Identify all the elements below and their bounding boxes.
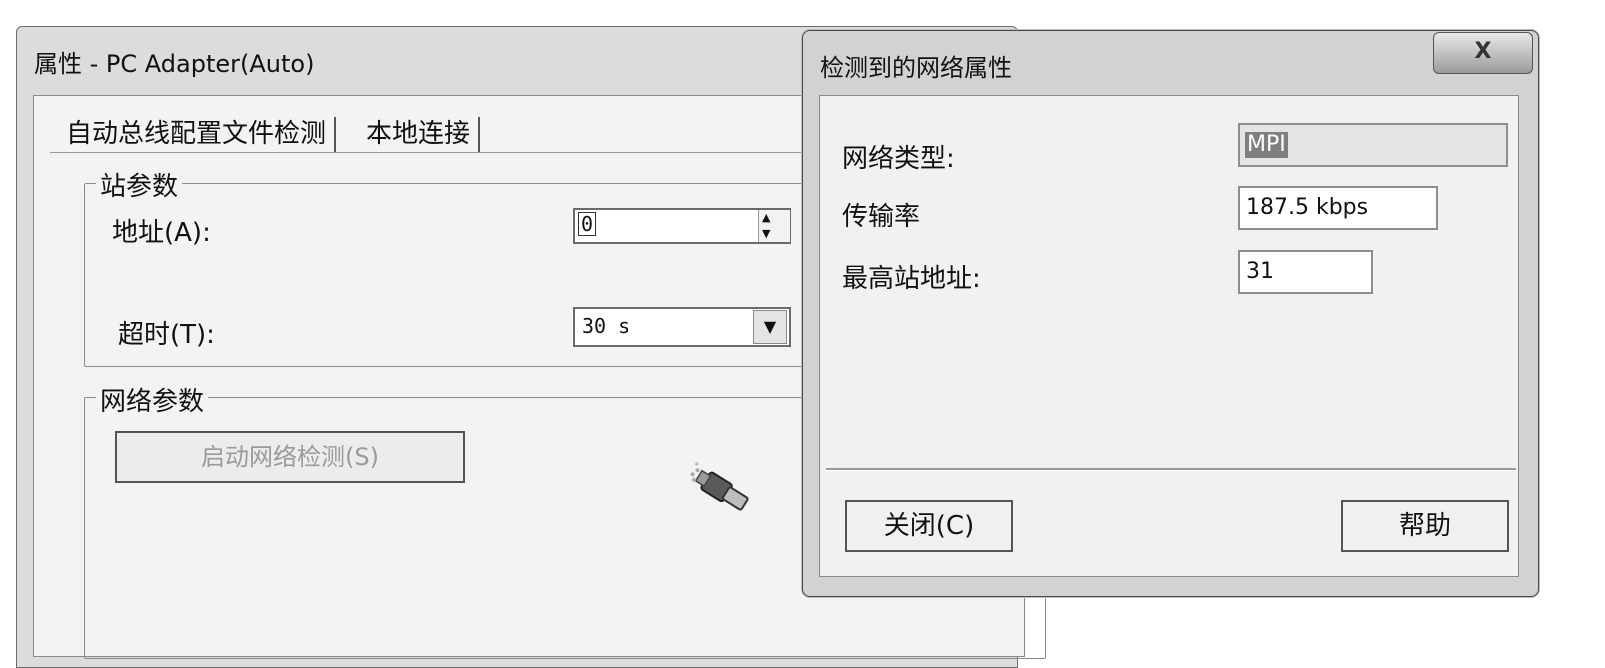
chevron-down-icon[interactable]: ▼ <box>753 310 787 344</box>
timeout-value[interactable]: 30 s <box>582 314 630 338</box>
tab-local-connection[interactable]: 本地连接 <box>358 117 481 153</box>
tab-auto-bus-profile-detection[interactable]: 自动总线配置文件检测 <box>58 117 337 153</box>
station-parameters-legend: 站参数 <box>96 166 183 203</box>
network-type-value: MPI <box>1245 132 1288 158</box>
timeout-label: 超时(T): <box>118 320 215 350</box>
highest-station-address-value: 31 <box>1238 250 1373 294</box>
help-button[interactable]: 帮助 <box>1341 500 1509 552</box>
network-adapter-icon <box>690 462 749 511</box>
spin-up-icon[interactable]: ▲ <box>762 210 770 225</box>
address-value[interactable]: 0 <box>578 212 597 236</box>
transmission-rate-value: 187.5 kbps <box>1238 186 1438 230</box>
dialog-separator <box>826 468 1516 471</box>
start-network-detection-button[interactable]: 启动网络检测(S) <box>115 431 465 483</box>
network-type-label: 网络类型: <box>842 144 955 174</box>
window-title: 属性 - PC Adapter(Auto) <box>34 50 315 78</box>
close-button[interactable]: 关闭(C) <box>845 500 1013 552</box>
address-label: 地址(A): <box>112 218 211 248</box>
highest-station-address-label: 最高站地址: <box>842 264 981 294</box>
transmission-rate-label: 传输率 <box>842 202 921 232</box>
dialog-title: 检测到的网络属性 <box>820 54 1012 82</box>
close-icon[interactable]: X <box>1433 32 1533 74</box>
spin-down-icon[interactable]: ▼ <box>762 226 770 241</box>
network-parameters-legend: 网络参数 <box>96 381 209 418</box>
